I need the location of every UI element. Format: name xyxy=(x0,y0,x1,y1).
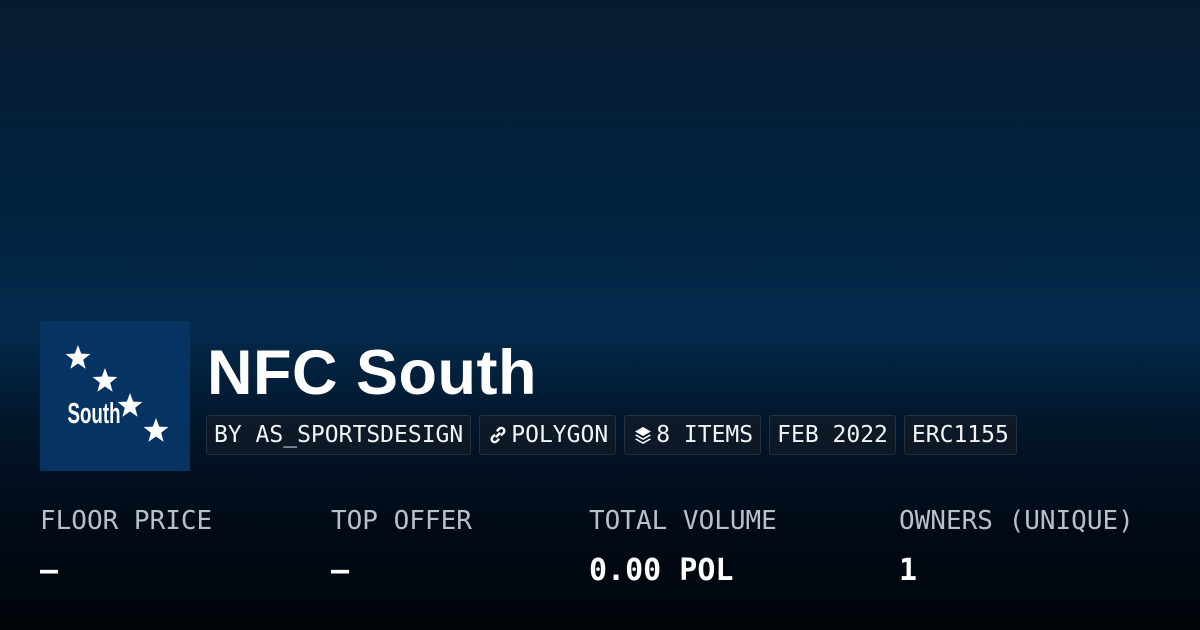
collection-title: NFC South xyxy=(207,338,537,408)
standard-tag: ERC1155 xyxy=(903,415,1017,455)
floor-price-label: FLOOR PRICE xyxy=(40,506,213,536)
owners-value: 1 xyxy=(899,553,918,588)
items-tag[interactable]: 8 ITEMS xyxy=(624,415,762,455)
top-offer-label: TOP OFFER xyxy=(331,506,472,536)
total-volume-label: TOTAL VOLUME xyxy=(589,506,777,536)
total-volume-value: 0.00 POL xyxy=(589,553,734,588)
creator-label: BY AS_SPORTSDESIGN xyxy=(214,422,464,448)
creator-tag[interactable]: BY AS_SPORTSDESIGN xyxy=(206,415,472,455)
link-icon xyxy=(487,424,509,446)
chain-tag[interactable]: POLYGON xyxy=(479,415,617,455)
top-offer-value: – xyxy=(331,553,350,588)
collection-logo: South xyxy=(40,321,190,471)
layers-icon xyxy=(632,424,654,446)
date-label: FEB 2022 xyxy=(777,422,888,448)
nfc-south-stars-logo: South xyxy=(65,345,169,442)
items-label: 8 ITEMS xyxy=(656,422,754,448)
floor-price-value: – xyxy=(40,553,59,588)
top-offer-stat: TOP OFFER – xyxy=(331,500,472,592)
owners-stat: OWNERS (UNIQUE) 1 xyxy=(899,500,1134,592)
svg-text:South: South xyxy=(67,398,120,430)
owners-label: OWNERS (UNIQUE) xyxy=(899,506,1134,536)
chain-label: POLYGON xyxy=(511,422,609,448)
collection-tags: BY AS_SPORTSDESIGN POLYGON 8 ITEMS FEB 2… xyxy=(206,415,1017,455)
total-volume-stat: TOTAL VOLUME 0.00 POL xyxy=(589,500,777,592)
standard-label: ERC1155 xyxy=(911,422,1009,448)
date-tag: FEB 2022 xyxy=(769,415,896,455)
floor-price-stat: FLOOR PRICE – xyxy=(40,500,212,592)
